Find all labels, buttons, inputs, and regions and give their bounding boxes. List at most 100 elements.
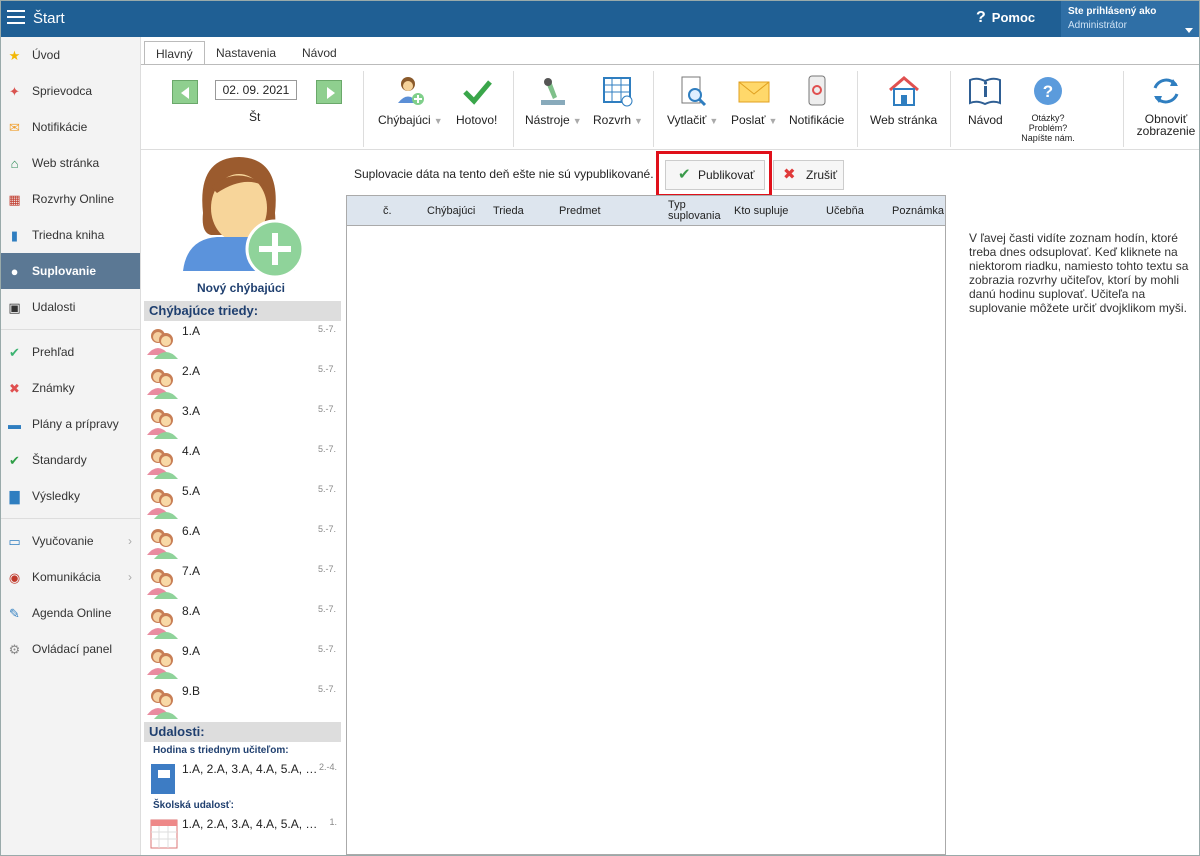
tab-nastavenia[interactable]: Nastavenia <box>205 41 287 65</box>
column-header[interactable]: Poznámka <box>892 205 944 217</box>
sidebar-item[interactable]: ▣ Udalosti <box>1 289 140 325</box>
sidebar-item[interactable]: ● Suplovanie <box>1 253 140 289</box>
absent-class-row[interactable]: 9.A 5.-7. <box>144 641 341 681</box>
sidebar-item[interactable]: ▬ Plány a prípravy <box>1 406 140 442</box>
absent-class-row[interactable]: 8.A 5.-7. <box>144 601 341 641</box>
absent-class-row[interactable]: 7.A 5.-7. <box>144 561 341 601</box>
absent-class-row[interactable]: 6.A 5.-7. <box>144 521 341 561</box>
question-icon: ? <box>1032 75 1064 107</box>
tools-button[interactable]: Nástroje ▼ <box>525 75 582 127</box>
column-header[interactable]: Typ suplovania <box>668 200 721 222</box>
publish-button[interactable]: ✔ Publikovať <box>665 160 765 190</box>
absent-button[interactable]: Chýbajúci ▼ <box>378 75 443 127</box>
tab-hlavny[interactable]: Hlavný <box>144 41 205 65</box>
class-group-icon <box>147 569 178 599</box>
absent-class-row[interactable]: 9.B 5.-7. <box>144 681 341 721</box>
table-header: č. Chýbajúci Trieda Predmet Typ suplovan… <box>347 196 945 226</box>
teacher-add-icon <box>394 75 426 107</box>
sidebar-item[interactable]: ✦ Sprievodca <box>1 73 140 109</box>
event-hours: 1. <box>329 817 337 827</box>
sidebar-item[interactable]: ⚙ Ovládací panel <box>1 631 140 667</box>
svg-text:?: ? <box>1043 82 1053 101</box>
sidebar-item[interactable]: ★ Úvod <box>1 37 140 73</box>
notifications-button[interactable]: Notifikácie <box>789 75 844 127</box>
class-hours: 5.-7. <box>317 324 336 334</box>
absent-class-row[interactable]: 5.A 5.-7. <box>144 481 341 521</box>
column-header[interactable]: č. <box>383 205 392 217</box>
website-button[interactable]: Web stránka <box>870 75 937 127</box>
help-link[interactable]: ? Pomoc <box>976 9 1035 27</box>
book-icon: ▮ <box>10 228 19 243</box>
column-header[interactable]: Chýbajúci <box>427 205 475 217</box>
absent-classes-heading: Chýbajúce triedy: <box>144 301 341 321</box>
column-header[interactable]: Kto supluje <box>734 205 788 217</box>
app-title: Štart <box>33 10 65 27</box>
user-label: Ste prihlásený ako <box>1068 6 1157 17</box>
sidebar-item[interactable]: ✎ Agenda Online <box>1 595 140 631</box>
sidebar-item[interactable]: ✔ Štandardy <box>1 442 140 478</box>
column-header[interactable]: Trieda <box>493 205 524 217</box>
sidebar-item-label: Web stránka <box>32 156 100 170</box>
event-classes: 1.A, 2.A, 3.A, 4.A, 5.A, 6.A, 7.A, 8.A, … <box>182 762 322 776</box>
column-header[interactable]: Učebňa <box>826 205 864 217</box>
timetable-icon <box>602 75 634 107</box>
event-row[interactable]: 1.A, 2.A, 3.A, 4.A, 5.A, 6.A, 7.A, 8.A, … <box>144 817 341 853</box>
envelope-icon <box>738 75 770 107</box>
sidebar-item-label: Suplovanie <box>32 264 97 278</box>
refresh-icon <box>1150 75 1182 107</box>
absent-class-row[interactable]: 1.A 5.-7. <box>144 321 341 361</box>
shield-icon: ✔ <box>9 453 20 468</box>
new-absent-label: Nový chýbajúci <box>196 281 286 295</box>
sidebar-item[interactable]: ▇ Výsledky <box>1 478 140 514</box>
print-preview-icon <box>677 75 709 107</box>
contact-button[interactable]: ? Otázky? Problém? Napíšte nám. <box>1021 75 1075 143</box>
new-absent-button[interactable]: Nový chýbajúci <box>141 151 341 299</box>
top-bar: Štart ? Pomoc Ste prihlásený ako Administ… <box>1 1 1199 37</box>
class-group-icon <box>147 329 178 359</box>
class-group-icon <box>147 449 178 479</box>
sidebar-item[interactable]: ▭ Vyučovanie › <box>1 523 140 559</box>
envelope-icon: ✉ <box>9 120 20 135</box>
absent-class-row[interactable]: 4.A 5.-7. <box>144 441 341 481</box>
sidebar-item[interactable]: ✉ Notifikácie <box>1 109 140 145</box>
event-hours: 2.-4. <box>318 762 337 772</box>
class-name: 1.A <box>182 324 201 338</box>
calendar-icon: ▣ <box>8 300 21 315</box>
send-button[interactable]: Poslať ▼ <box>731 75 777 127</box>
column-header[interactable]: Predmet <box>559 205 601 217</box>
tools-icon <box>537 75 569 107</box>
sidebar-item[interactable]: ▮ Triedna kniha <box>1 217 140 253</box>
calendar-icon <box>150 819 178 849</box>
sidebar-item-label: Plány a prípravy <box>32 417 119 431</box>
home-icon <box>888 75 920 107</box>
sidebar-item[interactable]: ✖ Známky <box>1 370 140 406</box>
user-menu[interactable]: Ste prihlásený ako Administrátor <box>1061 1 1199 37</box>
absent-class-row[interactable]: 3.A 5.-7. <box>144 401 341 441</box>
next-day-button[interactable] <box>316 80 342 104</box>
event-row[interactable]: 1.A, 2.A, 3.A, 4.A, 5.A, 6.A, 7.A, 8.A, … <box>144 762 341 798</box>
sidebar-item[interactable]: ⌂ Web stránka <box>1 145 140 181</box>
print-button[interactable]: Vytlačiť ▼ <box>667 75 718 127</box>
sidebar-item[interactable]: ◉ Komunikácia › <box>1 559 140 595</box>
done-button[interactable]: Hotovo! <box>456 75 497 127</box>
guide-button[interactable]: Návod <box>968 75 1003 127</box>
schedule-button[interactable]: Rozvrh ▼ <box>593 75 643 127</box>
sidebar-item-label: Výsledky <box>32 489 81 503</box>
absent-class-row[interactable]: 2.A 5.-7. <box>144 361 341 401</box>
toolbar: 02. 09. 2021 Št Chýbajúci ▼ Hotovo! Nástr… <box>141 64 1199 150</box>
sidebar-item[interactable]: ✔ Prehľad <box>1 334 140 370</box>
menu-icon[interactable] <box>7 10 25 26</box>
date-field[interactable]: 02. 09. 2021 <box>215 80 297 100</box>
cancel-button[interactable]: ✖ Zrušiť <box>773 160 844 190</box>
class-group-icon <box>147 529 178 559</box>
sidebar-item[interactable]: ▦ Rozvrhy Online <box>1 181 140 217</box>
tab-navod[interactable]: Návod <box>291 41 348 65</box>
class-hours: 5.-7. <box>317 684 336 694</box>
open-book-icon: ▭ <box>8 534 21 549</box>
refresh-button[interactable]: Obnoviť zobrazenie <box>1134 75 1198 137</box>
bar-chart-icon: ▇ <box>9 489 20 504</box>
sidebar-item-label: Udalosti <box>32 300 76 314</box>
sidebar-item-label: Známky <box>32 381 75 395</box>
class-group-icon <box>147 369 178 399</box>
prev-day-button[interactable] <box>172 80 198 104</box>
